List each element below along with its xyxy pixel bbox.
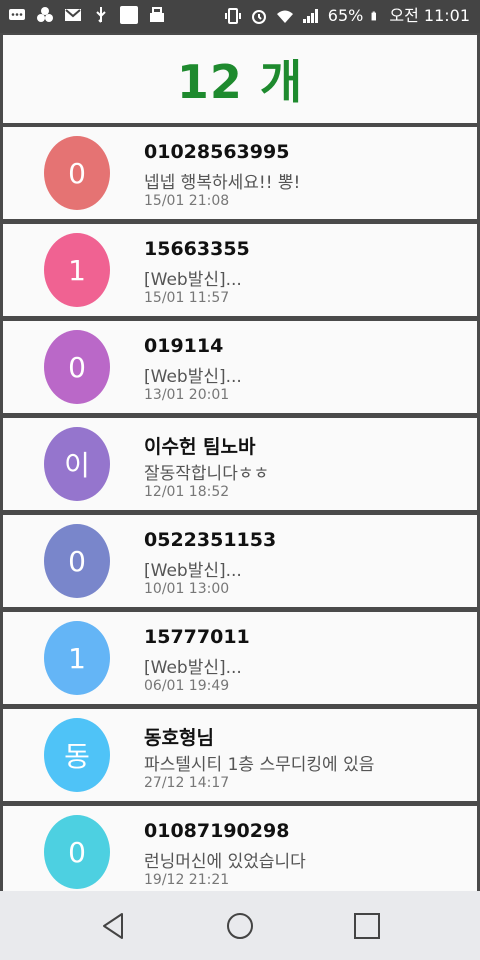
- avatar: 0: [44, 815, 110, 889]
- message-item[interactable]: 0 01087190298 런닝머신에 있었습니다 19/12 21:21: [3, 806, 477, 891]
- message-time: 27/12 14:17: [144, 775, 230, 791]
- avatar: 1: [44, 233, 110, 307]
- message-item[interactable]: 1 15663355 [Web발신]... 15/01 11:57: [3, 224, 477, 316]
- sender: 019114: [144, 335, 224, 357]
- message-list-screen: 12 개 0 01028563995 넵넵 행복하세요!! 뽕! 15/01 2…: [0, 33, 480, 891]
- message-item[interactable]: 이 이수헌 팀노바 잘동작합니다ㅎㅎ 12/01 18:52: [3, 418, 477, 510]
- back-triangle-icon[interactable]: [98, 910, 130, 942]
- status-bar: 65% 오전 11:01: [0, 0, 480, 33]
- chat-icon: [9, 9, 25, 20]
- avatar: 0: [44, 330, 110, 404]
- clover-icon: [37, 7, 53, 22]
- message-preview: [Web발신]...: [144, 658, 242, 678]
- avatar: 이: [44, 427, 110, 501]
- message-time: 15/01 21:08: [144, 193, 230, 209]
- message-time: 19/12 21:21: [144, 872, 230, 888]
- avatar: 1: [44, 621, 110, 695]
- usb-icon: [96, 7, 106, 23]
- alarm-icon: [251, 10, 266, 24]
- message-preview: 잘동작합니다ㅎㅎ: [144, 464, 270, 484]
- message-item[interactable]: 0 01028563995 넵넵 행복하세요!! 뽕! 15/01 21:08: [3, 127, 477, 219]
- vibrate-icon: [224, 8, 241, 24]
- clock: 오전 11:01: [389, 6, 470, 25]
- message-time: 10/01 13:00: [144, 581, 230, 597]
- avatar: 0: [44, 136, 110, 210]
- sender: 이수헌 팀노바: [144, 436, 256, 458]
- message-time: 06/01 19:49: [144, 678, 230, 694]
- sender: 동호형님: [144, 727, 214, 749]
- gmail-icon: [65, 9, 81, 21]
- sender: 15663355: [144, 238, 250, 260]
- wifi-icon: [276, 10, 293, 23]
- status-left-icons: [8, 6, 166, 24]
- message-preview: 런닝머신에 있었습니다: [144, 852, 306, 872]
- avatar: 0: [44, 524, 110, 598]
- count-header: 12 개: [3, 35, 477, 123]
- message-time: 12/01 18:52: [144, 484, 230, 500]
- sender: 01028563995: [144, 141, 290, 163]
- message-time: 13/01 20:01: [144, 387, 230, 403]
- message-preview: [Web발신]...: [144, 270, 242, 290]
- message-time: 15/01 11:57: [144, 290, 230, 306]
- message-count: 12 개: [176, 55, 304, 109]
- navigation-bar: [0, 891, 480, 960]
- message-preview: 넵넵 행복하세요!! 뽕!: [144, 173, 301, 193]
- store-icon: [150, 7, 164, 22]
- sender: 15777011: [144, 626, 250, 648]
- message-item[interactable]: 1 15777011 [Web발신]... 06/01 19:49: [3, 612, 477, 704]
- battery-icon: [371, 11, 377, 21]
- avatar: 동: [44, 718, 110, 792]
- message-item[interactable]: 0 0522351153 [Web발신]... 10/01 13:00: [3, 515, 477, 607]
- home-circle-icon[interactable]: [224, 910, 256, 942]
- signal-icon: [302, 9, 318, 23]
- message-item[interactable]: 동 동호형님 파스텔시티 1층 스무디킹에 있음 27/12 14:17: [3, 709, 477, 801]
- sender: 01087190298: [144, 820, 290, 842]
- message-preview: [Web발신]...: [144, 367, 242, 387]
- message-preview: 파스텔시티 1층 스무디킹에 있음: [144, 755, 375, 775]
- status-right-icons: 65% 오전 11:01: [224, 6, 470, 26]
- message-item[interactable]: 0 019114 [Web발신]... 13/01 20:01: [3, 321, 477, 413]
- message-preview: [Web발신]...: [144, 561, 242, 581]
- recent-apps-square-icon[interactable]: [351, 910, 383, 942]
- image-icon: [120, 6, 138, 24]
- battery-percent: 65%: [327, 6, 364, 25]
- sender: 0522351153: [144, 529, 277, 551]
